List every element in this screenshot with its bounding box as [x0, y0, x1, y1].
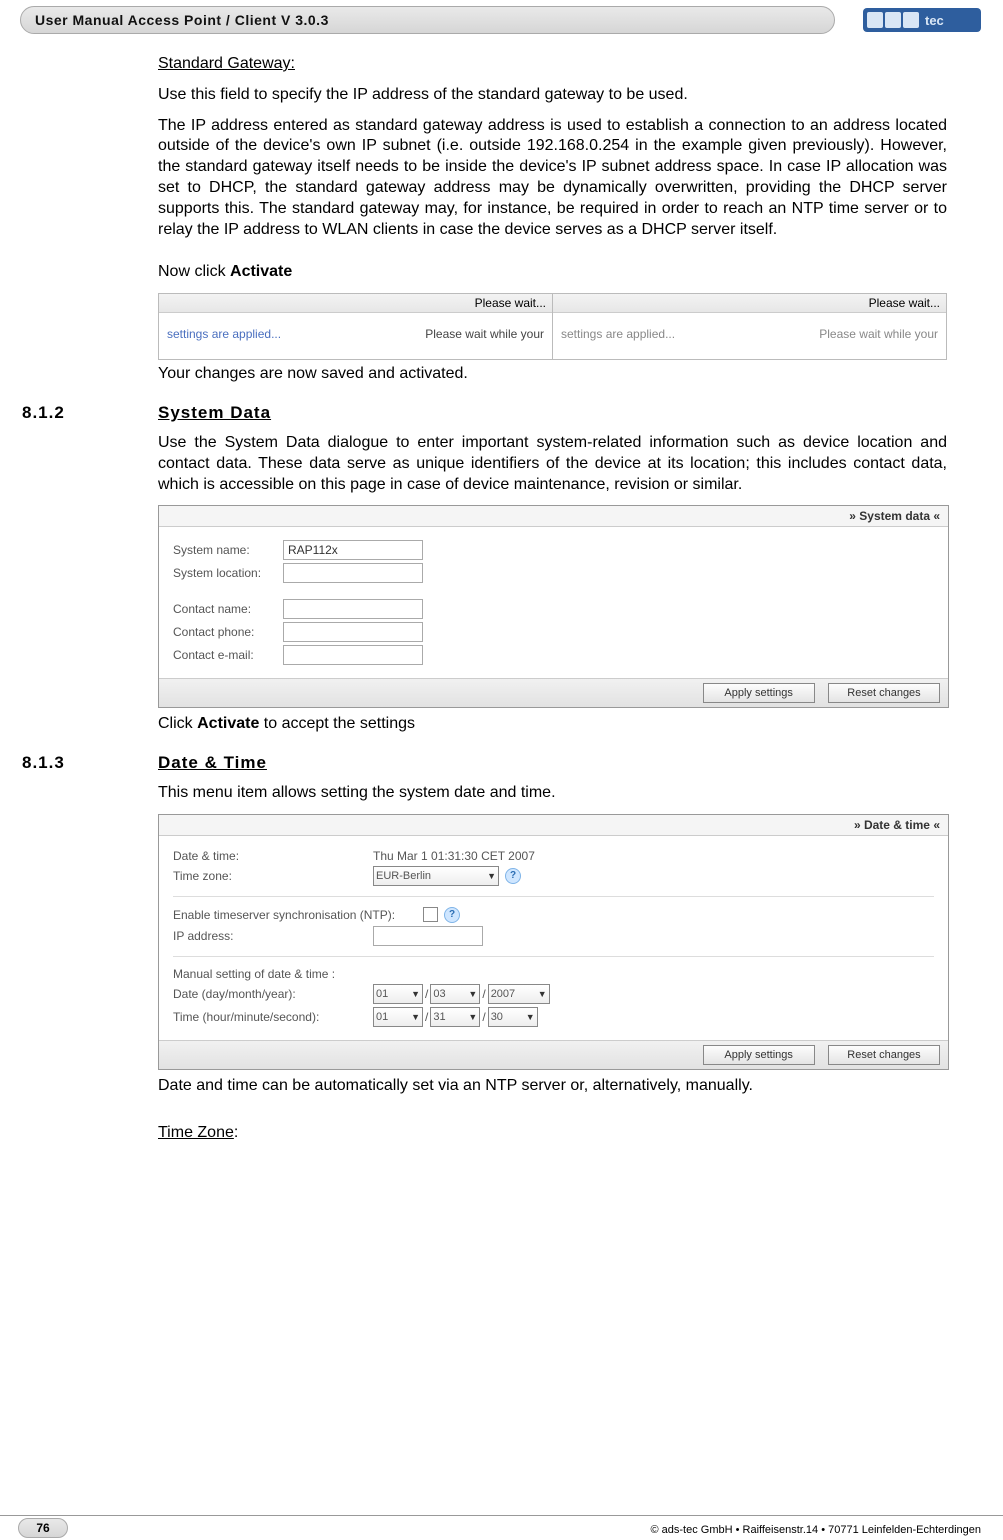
date-year-select[interactable]: 2007 ▼ [488, 984, 550, 1004]
ntp-enable-label: Enable timeserver synchronisation (NTP): [173, 908, 423, 922]
date-time-value: Thu Mar 1 01:31:30 CET 2007 [373, 849, 535, 863]
date-month-value: 03 [433, 988, 445, 1000]
section-813-title: 8.1.3 Date & Time [158, 753, 947, 773]
chevron-down-icon: ▼ [468, 989, 477, 999]
date-label: Date (day/month/year): [173, 987, 373, 1001]
gateway-p1: Use this field to specify the IP address… [158, 85, 947, 106]
chevron-down-icon: ▼ [538, 989, 547, 999]
please-wait-screenshot: Please wait... settings are applied... P… [158, 293, 947, 360]
main-content: Standard Gateway: Use this field to spec… [158, 50, 947, 1154]
time-minute-value: 31 [433, 1011, 445, 1023]
time-second-select[interactable]: 30 ▼ [488, 1007, 538, 1027]
pw-right-a: settings are applied... [561, 327, 675, 341]
adstec-logo: tec [863, 5, 981, 35]
time-zone-heading: Time Zone [158, 1124, 234, 1141]
date-day-select[interactable]: 01 ▼ [373, 984, 423, 1004]
contact-name-input[interactable] [283, 599, 423, 619]
section-812-title: 8.1.2 System Data [158, 403, 947, 423]
timezone-value: EUR-Berlin [376, 870, 431, 882]
timezone-label: Time zone: [173, 869, 373, 883]
header-title-pill: User Manual Access Point / Client V 3.0.… [20, 6, 835, 34]
chevron-down-icon: ▼ [526, 1012, 535, 1022]
page-number: 76 [18, 1518, 68, 1538]
time-hour-select[interactable]: 01 ▼ [373, 1007, 423, 1027]
apply-settings-button[interactable]: Apply settings [703, 1045, 815, 1065]
time-minute-select[interactable]: 31 ▼ [430, 1007, 480, 1027]
contact-name-label: Contact name: [173, 602, 283, 616]
chevron-down-icon: ▼ [487, 871, 496, 881]
now-click-text: Now click [158, 263, 230, 280]
manual-setting-label: Manual setting of date & time : [173, 967, 335, 981]
help-icon[interactable]: ? [505, 868, 521, 884]
pw-right-b: Please wait while your [819, 327, 938, 341]
activate-word-2: Activate [197, 715, 259, 732]
slash-text: / [482, 987, 485, 1001]
date-year-value: 2007 [491, 988, 515, 1000]
standard-gateway-heading: Standard Gateway: [158, 55, 295, 72]
slash-text: / [425, 987, 428, 1001]
ntp-enable-checkbox[interactable] [423, 907, 438, 922]
contact-phone-label: Contact phone: [173, 625, 283, 639]
contact-email-input[interactable] [283, 645, 423, 665]
time-second-value: 30 [491, 1011, 503, 1023]
contact-phone-input[interactable] [283, 622, 423, 642]
pw-left-b: Please wait while your [425, 327, 544, 341]
click-text: Click [158, 715, 197, 732]
contact-email-label: Contact e-mail: [173, 648, 283, 662]
date-day-value: 01 [376, 988, 388, 1000]
time-hour-value: 01 [376, 1011, 388, 1023]
reset-changes-button[interactable]: Reset changes [828, 1045, 940, 1065]
chevron-down-icon: ▼ [468, 1012, 477, 1022]
please-wait-right: Please wait... settings are applied... P… [553, 293, 947, 360]
header-title: User Manual Access Point / Client V 3.0.… [35, 12, 329, 28]
pw-left-a: settings are applied... [167, 327, 281, 341]
please-wait-left: Please wait... settings are applied... P… [158, 293, 553, 360]
gateway-p2: The IP address entered as standard gatew… [158, 116, 947, 241]
section-812-name: System Data [158, 403, 271, 422]
saved-msg: Your changes are now saved and activated… [158, 364, 947, 385]
time-label: Time (hour/minute/second): [173, 1010, 373, 1024]
page-footer: 76 © ads-tec GmbH • Raiffeisenstr.14 • 7… [0, 1515, 1003, 1540]
please-wait-right-header: Please wait... [553, 294, 946, 313]
system-data-panel: » System data « System name: System loca… [158, 505, 949, 708]
accept-text: to accept the settings [259, 715, 415, 732]
reset-changes-button[interactable]: Reset changes [828, 683, 940, 703]
colon-text: : [234, 1124, 238, 1141]
activate-word: Activate [230, 263, 292, 280]
sec813-p2: Date and time can be automatically set v… [158, 1076, 947, 1097]
sec812-p1: Use the System Data dialogue to enter im… [158, 433, 947, 495]
system-name-input[interactable] [283, 540, 423, 560]
ip-address-label: IP address: [173, 929, 373, 943]
system-data-panel-header: » System data « [159, 506, 948, 527]
slash-text: / [482, 1010, 485, 1024]
svg-text:tec: tec [925, 13, 944, 28]
chevron-down-icon: ▼ [411, 989, 420, 999]
footer-copyright: © ads-tec GmbH • Raiffeisenstr.14 • 7077… [650, 1524, 981, 1536]
page-header: User Manual Access Point / Client V 3.0.… [0, 0, 1003, 40]
section-813-name: Date & Time [158, 753, 267, 772]
apply-settings-button[interactable]: Apply settings [703, 683, 815, 703]
sec813-p1: This menu item allows setting the system… [158, 783, 947, 804]
system-location-input[interactable] [283, 563, 423, 583]
please-wait-left-header: Please wait... [159, 294, 552, 313]
section-812-num: 8.1.2 [22, 403, 65, 423]
date-time-label: Date & time: [173, 849, 373, 863]
date-month-select[interactable]: 03 ▼ [430, 984, 480, 1004]
system-location-label: System location: [173, 566, 283, 580]
timezone-select[interactable]: EUR-Berlin ▼ [373, 866, 499, 886]
chevron-down-icon: ▼ [411, 1012, 420, 1022]
section-813-num: 8.1.3 [22, 753, 65, 773]
ip-address-input[interactable] [373, 926, 483, 946]
date-time-panel: » Date & time « Date & time: Thu Mar 1 0… [158, 814, 949, 1070]
date-time-panel-header: » Date & time « [159, 815, 948, 836]
slash-text: / [425, 1010, 428, 1024]
help-icon[interactable]: ? [444, 907, 460, 923]
system-name-label: System name: [173, 543, 283, 557]
